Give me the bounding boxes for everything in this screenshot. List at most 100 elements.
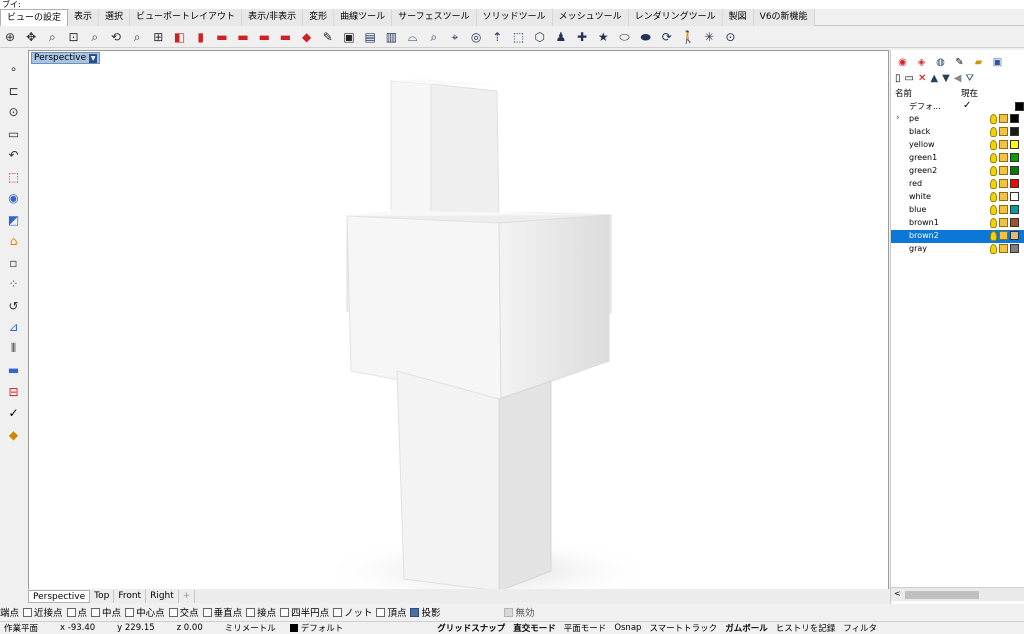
ribbon-tab[interactable]: レンダリングツール: [628, 9, 723, 26]
viewport-tab[interactable]: Perspective: [28, 589, 91, 603]
visibility-bulb-icon[interactable]: [990, 244, 997, 254]
layer-row[interactable]: brown2: [891, 230, 1024, 243]
toolbar-tool-icon[interactable]: ▬: [254, 28, 274, 46]
scroll-thumb[interactable]: [905, 591, 979, 599]
left-tool-icon[interactable]: ⊟: [3, 383, 25, 401]
delete-layer-icon[interactable]: ✕: [918, 73, 926, 84]
toolbar-tool-icon[interactable]: ◆: [297, 28, 317, 46]
visibility-bulb-icon[interactable]: [990, 231, 997, 241]
toolbar-tool-icon[interactable]: ⬚: [509, 28, 529, 46]
toolbar-tool-icon[interactable]: ▤: [360, 28, 380, 46]
osnap-checkbox[interactable]: [23, 607, 33, 617]
toolbar-tool-icon[interactable]: ⊞: [148, 28, 168, 46]
toolbar-tool-icon[interactable]: ✥: [21, 28, 41, 46]
visibility-bulb-icon[interactable]: [990, 153, 997, 163]
ribbon-tab[interactable]: 表示/非表示: [242, 9, 304, 26]
expand-chevron-icon[interactable]: ›: [896, 113, 900, 123]
osnap-option[interactable]: 頂点: [376, 605, 406, 619]
left-tool-icon[interactable]: ⌂: [3, 232, 25, 250]
viewport-tab[interactable]: Front: [114, 589, 147, 603]
ribbon-tab[interactable]: V6の新機能: [753, 9, 815, 26]
layer-row[interactable]: red: [891, 178, 1024, 191]
layer-row[interactable]: black: [891, 126, 1024, 139]
lock-icon[interactable]: [999, 153, 1008, 162]
ribbon-tab[interactable]: 選択: [99, 9, 131, 26]
visibility-bulb-icon[interactable]: [990, 140, 997, 150]
viewport-tab[interactable]: Right: [146, 589, 179, 603]
left-tool-icon[interactable]: ◉: [3, 189, 25, 207]
osnap-toggle[interactable]: Osnap: [610, 623, 645, 633]
current-layer-check-icon[interactable]: ✓: [963, 100, 971, 111]
toolbar-tool-icon[interactable]: ⟲: [106, 28, 126, 46]
ribbon-tab[interactable]: ビューの設定: [0, 9, 69, 26]
visibility-bulb-icon[interactable]: [990, 179, 997, 189]
layer-color-swatch[interactable]: [1010, 231, 1019, 240]
osnap-checkbox[interactable]: [376, 607, 386, 617]
move-down-icon[interactable]: ▼: [942, 73, 950, 84]
left-tool-icon[interactable]: ▭: [3, 125, 25, 143]
toolbar-tool-icon[interactable]: ✚: [572, 28, 592, 46]
layers-tab-icon[interactable]: ◈: [914, 55, 929, 70]
toolbar-tool-icon[interactable]: ⬭: [614, 28, 634, 46]
toolbar-tool-icon[interactable]: ⊙: [720, 28, 740, 46]
osnap-checkbox[interactable]: [333, 607, 343, 617]
osnap-checkbox[interactable]: [168, 607, 178, 617]
scroll-left-arrow-icon[interactable]: <: [894, 589, 901, 598]
layer-row[interactable]: white: [891, 191, 1024, 204]
left-tool-icon[interactable]: ⊙: [3, 103, 25, 121]
left-tool-icon[interactable]: ⁘: [3, 275, 25, 293]
layer-row[interactable]: yellow: [891, 139, 1024, 152]
layer-row[interactable]: › pe: [891, 113, 1024, 126]
left-tool-icon[interactable]: ▬: [3, 361, 25, 379]
layer-color-swatch[interactable]: [1010, 153, 1019, 162]
folder-tab-icon[interactable]: ▰: [971, 55, 986, 70]
lock-icon[interactable]: [999, 179, 1008, 188]
history-toggle[interactable]: ヒストリを記録: [772, 622, 840, 634]
osnap-option[interactable]: 無効: [504, 605, 535, 619]
layer-name-header[interactable]: 名前: [895, 87, 912, 99]
lock-icon[interactable]: [999, 231, 1008, 240]
collapse-icon[interactable]: ◀: [954, 73, 962, 84]
osnap-option[interactable]: 端点: [0, 605, 19, 619]
ribbon-tab[interactable]: 表示: [68, 9, 100, 26]
toolbar-tool-icon[interactable]: ★: [593, 28, 613, 46]
toolbar-tool-icon[interactable]: ⟳: [657, 28, 677, 46]
left-tool-icon[interactable]: ◆: [3, 426, 25, 444]
left-tool-icon[interactable]: ✓: [3, 404, 25, 422]
toolbar-tool-icon[interactable]: ▮: [191, 28, 211, 46]
osnap-option[interactable]: 中心点: [125, 605, 165, 619]
status-layer[interactable]: デフォルト: [286, 622, 348, 634]
grid-snap-toggle[interactable]: グリッドスナップ: [433, 622, 509, 634]
osnap-checkbox[interactable]: [246, 607, 256, 617]
layer-current-header[interactable]: 現在: [961, 87, 978, 99]
panel-horizontal-scrollbar[interactable]: <: [891, 587, 1024, 601]
toolbar-tool-icon[interactable]: ⌕: [424, 28, 444, 46]
ribbon-tab[interactable]: サーフェスツール: [392, 9, 477, 26]
lock-icon[interactable]: [999, 166, 1008, 175]
osnap-checkbox[interactable]: [125, 607, 135, 617]
layer-color-swatch[interactable]: [1015, 102, 1024, 111]
command-line[interactable]: ブイ:: [0, 0, 1024, 9]
toolbar-tool-icon[interactable]: ⬬: [636, 28, 656, 46]
left-tool-icon[interactable]: ⊏: [3, 82, 25, 100]
left-tool-icon[interactable]: ▫: [3, 254, 25, 272]
ribbon-tab[interactable]: メッシュツール: [552, 9, 629, 26]
visibility-bulb-icon[interactable]: [990, 218, 997, 228]
toolbar-tool-icon[interactable]: ⌖: [445, 28, 465, 46]
left-tool-icon[interactable]: ↶: [3, 146, 25, 164]
visibility-bulb-icon[interactable]: [990, 127, 997, 137]
toolbar-tool-icon[interactable]: ⇡: [487, 28, 507, 46]
filter-toggle[interactable]: フィルタ: [839, 622, 881, 634]
osnap-option[interactable]: 四半円点: [280, 605, 329, 619]
toolbar-tool-icon[interactable]: ◧: [170, 28, 190, 46]
lock-icon[interactable]: [999, 192, 1008, 201]
toolbar-tool-icon[interactable]: ✳: [699, 28, 719, 46]
perspective-viewport[interactable]: Perspective ▼: [28, 50, 889, 590]
osnap-checkbox[interactable]: [280, 607, 290, 617]
layer-color-swatch[interactable]: [1010, 114, 1019, 123]
lock-icon[interactable]: [999, 244, 1008, 253]
lock-icon[interactable]: [999, 127, 1008, 136]
layer-color-swatch[interactable]: [1010, 192, 1019, 201]
layer-color-swatch[interactable]: [1010, 140, 1019, 149]
osnap-option[interactable]: 接点: [246, 605, 276, 619]
